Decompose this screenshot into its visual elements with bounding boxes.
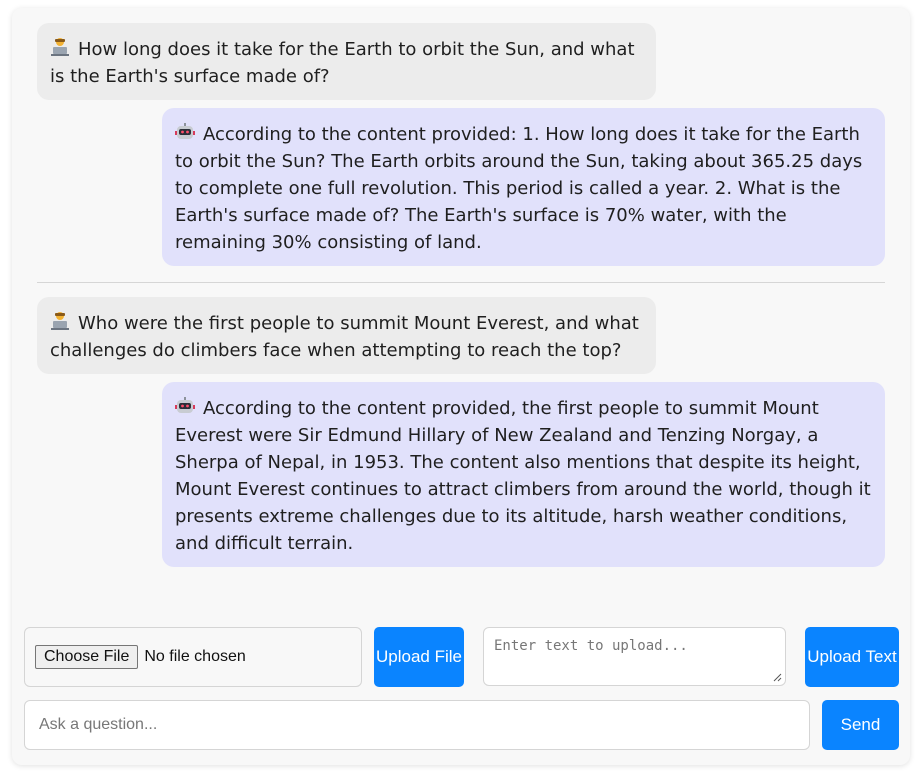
file-status: No file chosen <box>144 648 246 665</box>
bot-message: According to the content provided, the f… <box>162 382 885 567</box>
chat-app: How long does it take for the Earth to o… <box>12 8 910 765</box>
user-message-text: How long does it take for the Earth to o… <box>50 39 635 87</box>
conversation-divider <box>37 282 885 283</box>
question-input[interactable] <box>24 700 810 750</box>
bot-message-text: According to the content provided: 1. Ho… <box>175 124 863 253</box>
choose-file-button[interactable]: Choose File <box>35 645 139 669</box>
bot-message-text: According to the content provided, the f… <box>175 398 871 554</box>
resize-grip-icon[interactable] <box>772 672 782 682</box>
robot-icon <box>175 396 195 416</box>
upload-file-button[interactable]: Upload File <box>374 627 464 687</box>
user-message-text: Who were the first people to summit Moun… <box>50 313 639 361</box>
user-laptop-icon <box>50 311 70 331</box>
bot-message: According to the content provided: 1. Ho… <box>162 108 885 266</box>
user-message: How long does it take for the Earth to o… <box>37 23 656 100</box>
robot-icon <box>175 122 195 142</box>
upload-text-button[interactable]: Upload Text <box>805 627 899 687</box>
send-button[interactable]: Send <box>822 700 899 750</box>
user-message: Who were the first people to summit Moun… <box>37 297 656 374</box>
upload-text-input[interactable] <box>483 627 786 686</box>
file-upload-box: Choose File No file chosen <box>24 627 362 687</box>
user-laptop-icon <box>50 37 70 57</box>
